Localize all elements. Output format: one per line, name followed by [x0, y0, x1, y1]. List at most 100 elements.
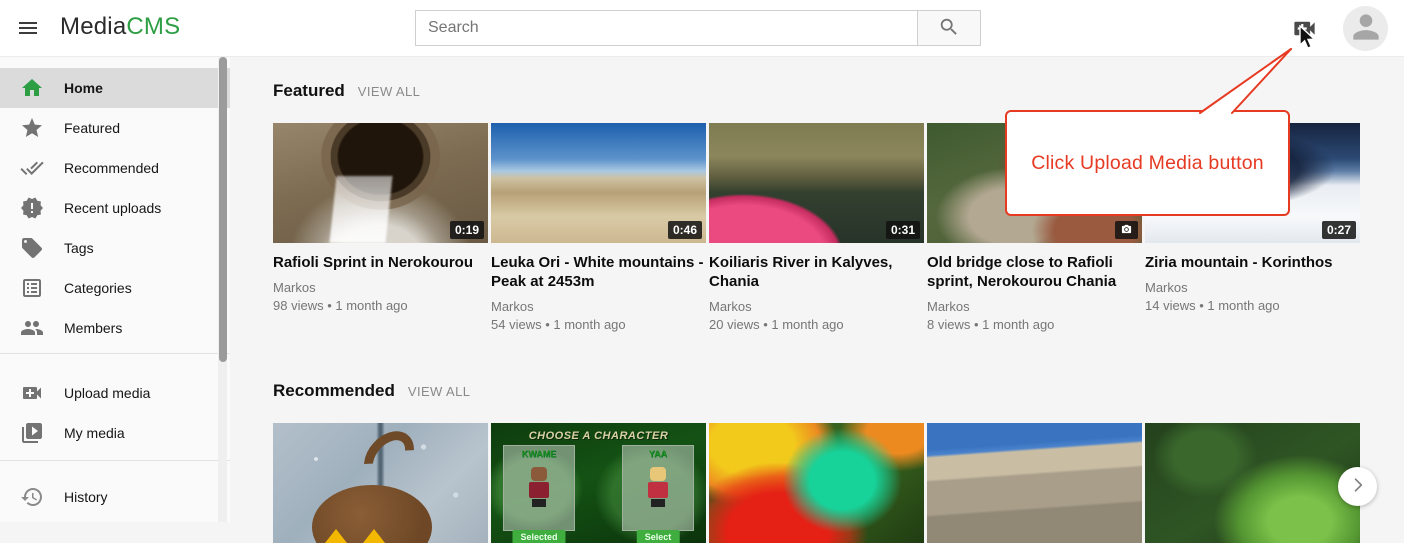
duration-badge: 0:31: [886, 221, 920, 239]
featured-view-all-link[interactable]: VIEW ALL: [358, 84, 420, 99]
sidebar-item-label: Recent uploads: [64, 200, 161, 216]
video-thumbnail[interactable]: CHOOSE A CHARACTER KWAME Selected YAA Se…: [491, 423, 706, 543]
history-icon: [20, 485, 44, 509]
tooltip-text: Click Upload Media button: [1031, 152, 1264, 175]
media-meta: 8 views • 1 month ago: [927, 316, 1142, 334]
duration-badge: 0:27: [1322, 221, 1356, 239]
duration-badge: 0:46: [668, 221, 702, 239]
media-card[interactable]: [709, 423, 924, 543]
sidebar-item-history[interactable]: History: [0, 477, 230, 517]
carousel-next-button[interactable]: [1338, 467, 1377, 506]
sidebar: Home Featured Recommended Recent uploads…: [0, 57, 230, 522]
categories-icon: [20, 276, 44, 300]
search-input[interactable]: [415, 10, 917, 46]
game-heading-text: CHOOSE A CHARACTER: [491, 430, 706, 442]
media-card[interactable]: [273, 423, 488, 543]
my-media-icon: [20, 421, 44, 445]
character-panel-left: KWAME Selected: [503, 445, 575, 531]
logo-cms-text: CMS: [126, 13, 180, 40]
media-card[interactable]: 0:31 Koiliaris River in Kalyves, Chania …: [709, 123, 924, 334]
media-author[interactable]: Markos: [927, 298, 1142, 316]
sidebar-item-label: Tags: [64, 240, 94, 256]
media-title[interactable]: Leuka Ori - White mountains - Peak at 24…: [491, 253, 706, 291]
media-author[interactable]: Markos: [1145, 279, 1360, 297]
media-title[interactable]: Koiliaris River in Kalyves, Chania: [709, 253, 924, 291]
character-sprite: [647, 467, 669, 507]
sidebar-item-label: Featured: [64, 120, 120, 136]
video-thumbnail[interactable]: [709, 423, 924, 543]
home-icon: [20, 76, 44, 100]
app-logo[interactable]: MediaCMS: [60, 13, 180, 41]
video-thumbnail[interactable]: [927, 423, 1142, 543]
user-avatar[interactable]: [1343, 6, 1388, 51]
sidebar-item-my-media[interactable]: My media: [0, 413, 230, 453]
sidebar-scrollbar-track[interactable]: [218, 57, 227, 522]
members-icon: [20, 316, 44, 340]
select-button-label: Select: [637, 530, 680, 543]
top-bar: MediaCMS: [0, 0, 1404, 57]
sidebar-item-recommended[interactable]: Recommended: [0, 148, 230, 188]
character-panel-right: YAA Select: [622, 445, 694, 531]
video-thumbnail[interactable]: [1145, 423, 1360, 543]
sidebar-item-categories[interactable]: Categories: [0, 268, 230, 308]
pumpkin-stem-shape: [354, 423, 424, 492]
selected-button-label: Selected: [512, 530, 565, 543]
video-call-icon: [1291, 30, 1318, 45]
media-author[interactable]: Markos: [491, 298, 706, 316]
video-thumbnail[interactable]: [273, 423, 488, 543]
media-card[interactable]: [1145, 423, 1360, 543]
sidebar-item-label: My media: [64, 425, 125, 441]
media-meta: 54 views • 1 month ago: [491, 316, 706, 334]
character-name: KWAME: [504, 449, 574, 459]
tag-icon: [20, 236, 44, 260]
sidebar-item-tags[interactable]: Tags: [0, 228, 230, 268]
duration-badge: 0:19: [450, 221, 484, 239]
section-title: Recommended: [273, 381, 395, 401]
video-thumbnail[interactable]: 0:46: [491, 123, 706, 243]
media-title[interactable]: Rafioli Sprint in Nerokourou: [273, 253, 488, 272]
upload-hint-tooltip: Click Upload Media button: [1005, 110, 1290, 216]
sidebar-item-label: Home: [64, 80, 103, 96]
media-author[interactable]: Markos: [273, 279, 488, 297]
photo-badge: [1115, 221, 1138, 239]
new-releases-icon: [20, 196, 44, 220]
media-meta: 20 views • 1 month ago: [709, 316, 924, 334]
sidebar-item-label: Recommended: [64, 160, 159, 176]
media-card[interactable]: [927, 423, 1142, 543]
pumpkin-face-shape: [325, 529, 385, 543]
media-card[interactable]: 0:19 Rafioli Sprint in Nerokourou Markos…: [273, 123, 488, 334]
recommended-section-heading: Recommended VIEW ALL: [273, 381, 470, 401]
media-author[interactable]: Markos: [709, 298, 924, 316]
section-title: Featured: [273, 81, 345, 101]
media-title[interactable]: Ziria mountain - Korinthos: [1145, 253, 1360, 272]
upload-media-icon: [20, 381, 44, 405]
sidebar-item-label: Members: [64, 320, 122, 336]
menu-icon: [16, 16, 40, 43]
sidebar-item-home[interactable]: Home: [0, 68, 230, 108]
done-all-icon: [20, 156, 44, 180]
sidebar-item-featured[interactable]: Featured: [0, 108, 230, 148]
recommended-cards-row: CHOOSE A CHARACTER KWAME Selected YAA Se…: [273, 423, 1360, 543]
recommended-view-all-link[interactable]: VIEW ALL: [408, 384, 470, 399]
hamburger-menu-button[interactable]: [14, 15, 42, 43]
search-button[interactable]: [917, 10, 981, 46]
sidebar-scrollbar-thumb[interactable]: [219, 57, 227, 362]
person-icon: [1347, 8, 1385, 51]
video-thumbnail[interactable]: 0:19: [273, 123, 488, 243]
media-title[interactable]: Old bridge close to Rafioli sprint, Nero…: [927, 253, 1142, 291]
sidebar-item-members[interactable]: Members: [0, 308, 230, 348]
sidebar-item-label: Categories: [64, 280, 132, 296]
upload-media-button[interactable]: [1289, 15, 1319, 43]
star-icon: [20, 116, 44, 140]
media-card[interactable]: CHOOSE A CHARACTER KWAME Selected YAA Se…: [491, 423, 706, 543]
media-card[interactable]: 0:46 Leuka Ori - White mountains - Peak …: [491, 123, 706, 334]
featured-section-heading: Featured VIEW ALL: [273, 81, 420, 101]
media-meta: 98 views • 1 month ago: [273, 297, 488, 315]
media-meta: 14 views • 1 month ago: [1145, 297, 1360, 315]
sidebar-item-label: Upload media: [64, 385, 150, 401]
sidebar-item-upload-media[interactable]: Upload media: [0, 373, 230, 413]
search-bar: [415, 10, 981, 46]
sidebar-item-recent-uploads[interactable]: Recent uploads: [0, 188, 230, 228]
search-icon: [938, 16, 960, 41]
video-thumbnail[interactable]: 0:31: [709, 123, 924, 243]
